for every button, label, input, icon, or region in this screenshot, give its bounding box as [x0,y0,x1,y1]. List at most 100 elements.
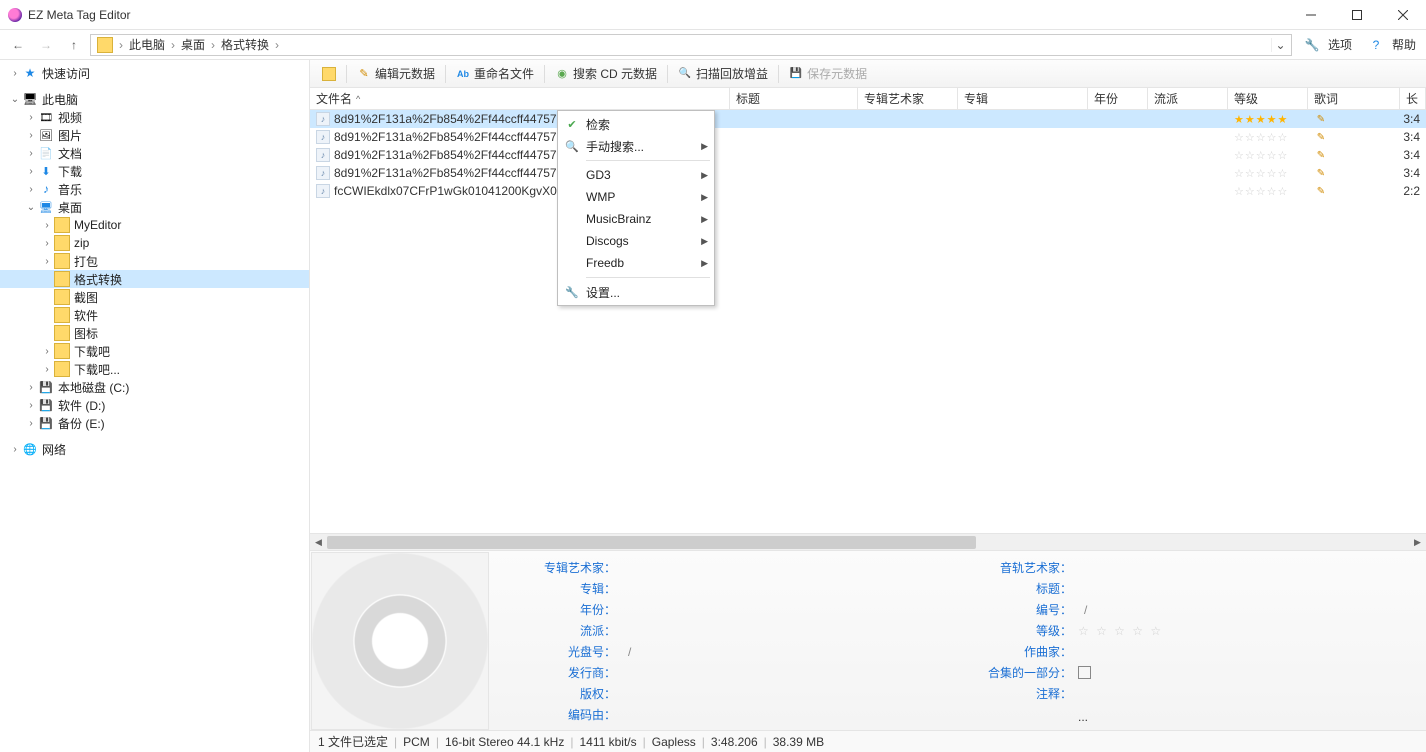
horizontal-scrollbar[interactable]: ◀ ▶ [310,533,1426,550]
menu-gd3[interactable]: GD3▶ [558,164,714,186]
rating-stars[interactable]: ☆☆☆☆☆ [1234,167,1288,180]
status-format: 16-bit Stereo 44.1 kHz [445,735,564,749]
tree-music[interactable]: ›音乐 [0,180,309,198]
tree-documents[interactable]: ›文档 [0,144,309,162]
chevron-right-icon: ▶ [701,236,708,247]
col-genre[interactable]: 流派 [1148,88,1228,109]
disk-icon [38,397,54,413]
tree-disk-e[interactable]: ›备份 (E:) [0,414,309,432]
menu-wmp[interactable]: WMP▶ [558,186,714,208]
col-lyrics[interactable]: 歌词 [1308,88,1400,109]
lyrics-icon[interactable]: ✎ [1314,166,1328,180]
scroll-right-icon[interactable]: ▶ [1409,537,1426,548]
minimize-button[interactable] [1288,0,1334,30]
up-button[interactable]: ↑ [62,33,86,57]
rating-stars[interactable]: ☆☆☆☆☆ [1234,185,1288,198]
scroll-left-icon[interactable]: ◀ [310,537,327,548]
file-row[interactable]: ♪8d91%2F131a%2Fb854%2Ff44ccff447573fb★★★… [310,110,1426,128]
scroll-thumb[interactable] [327,536,976,549]
options-link[interactable]: 选项 [1328,36,1352,53]
file-row[interactable]: ♪8d91%2F131a%2Fb854%2Ff44ccff447573fb☆☆☆… [310,146,1426,164]
back-button[interactable]: ← [6,33,30,57]
more-button[interactable]: ... [1078,710,1088,724]
audio-file-icon: ♪ [316,184,330,198]
pictures-icon [38,127,54,143]
help-link[interactable]: 帮助 [1392,36,1416,53]
compilation-checkbox[interactable] [1078,666,1091,679]
rename-files-button[interactable]: 重命名文件 [450,63,540,85]
lyrics-icon[interactable]: ✎ [1314,130,1328,144]
tree-folder[interactable]: ›图标 [0,324,309,342]
menu-settings[interactable]: 🔧设置... [558,281,714,303]
breadcrumb-segment[interactable]: 格式转换 [217,36,273,53]
tree-folder-selected[interactable]: ›格式转换 [0,270,309,288]
lyrics-icon[interactable]: ✎ [1314,148,1328,162]
tree-pictures[interactable]: ›图片 [0,126,309,144]
tree-quick-access[interactable]: ›快速访问 [0,64,309,82]
tree-network[interactable]: ›网络 [0,440,309,458]
maximize-button[interactable] [1334,0,1380,30]
tree-disk-c[interactable]: ›本地磁盘 (C:) [0,378,309,396]
folder-tree: ›快速访问 ⌄此电脑 ›视频 ›图片 ›文档 ›下载 ›音乐 ⌄桌面 ›MyEd… [0,60,310,752]
tree-desktop[interactable]: ⌄桌面 [0,198,309,216]
forward-button[interactable]: → [34,33,58,57]
edit-icon [357,67,371,81]
lyrics-icon[interactable]: ✎ [1314,112,1328,126]
rating-stars[interactable]: ★★★★★ [1234,113,1288,126]
desktop-icon [38,199,54,215]
menu-discogs[interactable]: Discogs▶ [558,230,714,252]
menu-manual-search[interactable]: 🔍手动搜索...▶ [558,135,714,157]
file-list-header: 文件名^ 标题 专辑艺术家 专辑 年份 流派 等级 歌词 长 [310,88,1426,110]
tree-folder[interactable]: ›打包 [0,252,309,270]
col-album-artist[interactable]: 专辑艺术家 [858,88,958,109]
tree-folder[interactable]: ›下载吧 [0,342,309,360]
tree-disk-d[interactable]: ›软件 (D:) [0,396,309,414]
tree-folder[interactable]: ›截图 [0,288,309,306]
browse-folder-button[interactable] [316,63,342,85]
tree-downloads[interactable]: ›下载 [0,162,309,180]
folder-icon [54,289,70,305]
rating-stars[interactable]: ☆☆☆☆☆ [1234,149,1288,162]
rating-stars[interactable]: ☆ ☆ ☆ ☆ ☆ [1078,624,1163,638]
file-row[interactable]: ♪fcCWIEkdlx07CFrP1wGk01041200KgvX0E01☆☆☆… [310,182,1426,200]
tree-folder[interactable]: ›下载吧... [0,360,309,378]
tree-folder[interactable]: ›软件 [0,306,309,324]
breadcrumb-segment[interactable]: 此电脑 [125,36,169,53]
col-album[interactable]: 专辑 [958,88,1088,109]
col-rating[interactable]: 等级 [1228,88,1308,109]
save-metadata-button[interactable]: 保存元数据 [783,63,873,85]
lyrics-icon[interactable]: ✎ [1314,184,1328,198]
col-filename[interactable]: 文件名^ [310,88,730,109]
status-bar: 1 文件已选定| PCM| 16-bit Stereo 44.1 kHz| 14… [310,730,1426,752]
chevron-right-icon: › [209,38,217,52]
rating-stars[interactable]: ☆☆☆☆☆ [1234,131,1288,144]
address-bar[interactable]: › 此电脑 › 桌面 › 格式转换 › ⌄ [90,34,1292,56]
menu-search[interactable]: ✔检索 [558,113,714,135]
tree-this-pc[interactable]: ⌄此电脑 [0,90,309,108]
chevron-right-icon: ▶ [701,192,708,203]
label-comment: 注释： [958,685,1078,702]
address-dropdown[interactable]: ⌄ [1271,38,1289,52]
tree-folder[interactable]: ›MyEditor [0,216,309,234]
search-cd-button[interactable]: 搜索 CD 元数据 [549,63,663,85]
menu-musicbrainz[interactable]: MusicBrainz▶ [558,208,714,230]
col-length[interactable]: 长 [1400,88,1426,109]
scan-gain-button[interactable]: 扫描回放增益 [672,63,774,85]
status-size: 38.39 MB [773,735,824,749]
tree-folder[interactable]: ›zip [0,234,309,252]
file-row[interactable]: ♪8d91%2F131a%2Fb854%2Ff44ccff447573fb☆☆☆… [310,128,1426,146]
video-icon [38,109,54,125]
col-title[interactable]: 标题 [730,88,858,109]
file-row[interactable]: ♪8d91%2F131a%2Fb854%2Ff44ccff447573fb☆☆☆… [310,164,1426,182]
label-genre: 流派： [502,622,622,639]
chevron-right-icon: ▶ [701,214,708,225]
audio-file-icon: ♪ [316,112,330,126]
col-year[interactable]: 年份 [1088,88,1148,109]
edit-metadata-button[interactable]: 编辑元数据 [351,63,441,85]
breadcrumb-segment[interactable]: 桌面 [177,36,209,53]
menu-freedb[interactable]: Freedb▶ [558,252,714,274]
folder-icon [54,217,70,233]
tree-videos[interactable]: ›视频 [0,108,309,126]
close-button[interactable] [1380,0,1426,30]
star-icon [22,65,38,81]
